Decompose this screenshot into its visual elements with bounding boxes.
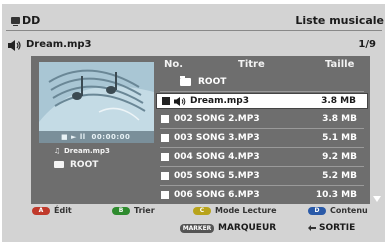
list-item-selected[interactable]: Dream.mp3 3.8 MB xyxy=(156,93,368,109)
key-d-label: Contenu xyxy=(330,206,368,215)
music-note-icon: ♫ xyxy=(54,147,61,155)
list-item-size: 5.2 MB xyxy=(322,171,357,181)
bottom-hints: MARKER MARQUEUR SORTIE xyxy=(30,222,376,236)
row-divider xyxy=(160,91,364,92)
now-playing-bar: Dream.mp3 1/9 xyxy=(6,36,382,54)
column-title: Titre xyxy=(238,59,265,70)
marker-badge[interactable]: MARKER xyxy=(180,224,214,233)
list-item-size: 3.8 MB xyxy=(321,96,356,106)
file-list: No. Titre Taille ROOT Dream.mp3 3.8 MB 0… xyxy=(154,56,370,204)
key-b-label: Trier xyxy=(134,206,155,215)
track-info: ♫ Dream.mp3 xyxy=(54,147,110,155)
column-no: No. xyxy=(164,59,184,70)
folder-icon xyxy=(180,76,191,86)
list-item[interactable]: 003 SONG 3.MP3 5.1 MB xyxy=(154,130,370,146)
row-divider xyxy=(160,166,364,167)
list-item-label: 002 SONG 2.MP3 xyxy=(174,114,260,124)
list-item-root-folder[interactable]: ROOT xyxy=(154,74,370,90)
source-label: DD xyxy=(22,14,41,27)
list-item[interactable]: 006 SONG 6.MP3 10.3 MB xyxy=(154,187,370,203)
return-icon[interactable] xyxy=(307,224,317,232)
list-item-size: 5.1 MB xyxy=(322,133,357,143)
checkbox-icon[interactable] xyxy=(161,191,169,199)
browser-panel: ■ ► ll 00:00:00 ♫ Dream.mp3 ROOT No. Tit… xyxy=(31,56,370,204)
row-divider xyxy=(160,147,364,148)
tv-source-icon xyxy=(11,17,20,26)
header: DD Liste musicale xyxy=(8,10,384,32)
folder-icon xyxy=(54,161,64,168)
list-item[interactable]: 004 SONG 4.MP3 9.2 MB xyxy=(154,149,370,165)
list-item-label: 005 SONG 5.MP3 xyxy=(174,171,260,181)
list-item-size: 10.3 MB xyxy=(315,190,357,200)
color-key-legend: A Édit B Trier C Mode Lecture D Contenu xyxy=(30,204,370,218)
list-item-label: ROOT xyxy=(198,77,227,87)
folder-info-name: ROOT xyxy=(70,160,99,170)
key-a-label: Édit xyxy=(54,206,72,215)
row-divider xyxy=(160,185,364,186)
list-item-size: 9.2 MB xyxy=(322,152,357,162)
current-file-name: Dream.mp3 xyxy=(26,39,92,50)
checkbox-icon[interactable] xyxy=(161,153,169,161)
page-indicator: 1/9 xyxy=(358,39,376,50)
list-item-size: 3.8 MB xyxy=(322,114,357,124)
key-a-badge[interactable]: A xyxy=(32,207,50,215)
key-c-label: Mode Lecture xyxy=(215,206,277,215)
scroll-down-arrow-icon[interactable] xyxy=(373,196,381,202)
exit-label: SORTIE xyxy=(319,223,356,233)
checkbox-icon[interactable] xyxy=(162,97,170,105)
checkbox-icon[interactable] xyxy=(161,134,169,142)
list-item-label: 006 SONG 6.MP3 xyxy=(174,190,260,200)
list-item[interactable]: 002 SONG 2.MP3 3.8 MB xyxy=(154,111,370,127)
header-divider xyxy=(6,30,382,31)
list-item-label: Dream.mp3 xyxy=(190,96,249,106)
key-d-badge[interactable]: D xyxy=(308,207,326,215)
key-c-badge[interactable]: C xyxy=(193,207,211,215)
checkbox-icon[interactable] xyxy=(161,115,169,123)
list-item-label: 003 SONG 3.MP3 xyxy=(174,133,260,143)
row-divider xyxy=(160,128,364,129)
playback-status-bar: ■ ► ll 00:00:00 xyxy=(39,131,154,143)
column-headers: No. Titre Taille xyxy=(154,58,370,72)
column-size: Taille xyxy=(325,59,355,70)
key-b-badge[interactable]: B xyxy=(112,207,130,215)
playback-time: 00:00:00 xyxy=(91,133,131,141)
list-item-label: 004 SONG 4.MP3 xyxy=(174,152,260,162)
list-item[interactable]: 005 SONG 5.MP3 5.2 MB xyxy=(154,168,370,184)
screen-title: Liste musicale xyxy=(295,14,384,27)
speaker-icon xyxy=(8,40,21,51)
speaker-icon xyxy=(174,97,186,106)
checkbox-icon[interactable] xyxy=(161,172,169,180)
stop-play-pause-icons: ■ ► ll xyxy=(61,133,92,141)
marker-label: MARQUEUR xyxy=(218,223,277,233)
track-info-name: Dream.mp3 xyxy=(64,147,110,155)
